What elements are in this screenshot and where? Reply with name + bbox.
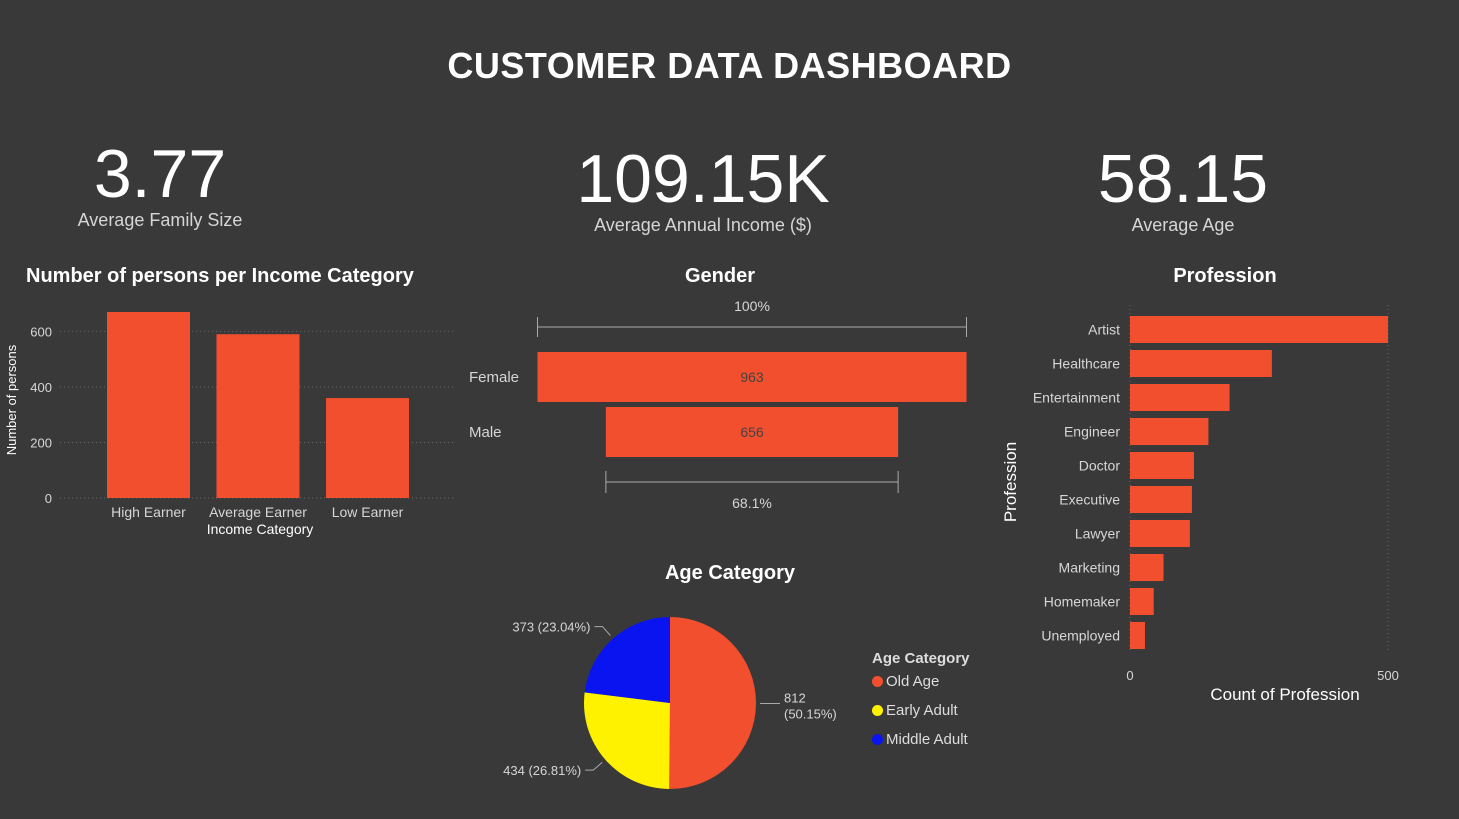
pie-data-label: 812	[784, 690, 806, 705]
x-tick-label: 500	[1377, 668, 1399, 683]
bar	[1130, 520, 1190, 547]
legend-title: Age Category	[872, 650, 970, 667]
funnel-value-label: 963	[740, 369, 764, 385]
pie-label-leader	[585, 761, 603, 771]
kpi-card-family-size[interactable]: 3.77 Average Family Size	[40, 140, 280, 231]
bar	[1130, 554, 1164, 581]
x-tick-label: Average Earner	[209, 504, 307, 520]
age-category-pie[interactable]: 812(50.15%) 434 (26.81%) 373 (23.04%)	[490, 595, 840, 810]
gender-funnel-chart[interactable]: 100% 963 Female 656 Male 68.1%	[460, 290, 990, 520]
y-tick-label: Doctor	[1079, 458, 1121, 474]
funnel-bottom-label: 68.1%	[732, 495, 772, 511]
y-tick-label: Healthcare	[1052, 356, 1120, 372]
y-tick-label: Marketing	[1059, 560, 1120, 576]
legend-swatch	[872, 705, 883, 716]
pie-data-label: 373 (23.04%)	[512, 620, 590, 635]
legend-item[interactable]: Early Adult	[872, 696, 1012, 725]
legend-swatch	[872, 676, 883, 687]
kpi-label: Average Family Size	[77, 210, 243, 230]
bar	[1130, 622, 1145, 649]
income-chart-title: Number of persons per Income Category	[26, 265, 414, 287]
pie-label-leader	[594, 626, 611, 636]
x-tick-label: High Earner	[111, 504, 186, 520]
pie-slice	[584, 617, 670, 703]
funnel-value-label: 656	[740, 424, 764, 440]
legend-item[interactable]: Middle Adult	[872, 725, 1012, 754]
bar	[1130, 316, 1388, 343]
kpi-card-annual-income[interactable]: 109.15K Average Annual Income ($)	[553, 145, 853, 236]
y-tick-label: 0	[45, 491, 52, 506]
bar	[1130, 452, 1194, 479]
y-tick-label: Homemaker	[1044, 594, 1121, 610]
kpi-value: 109.15K	[576, 141, 830, 217]
bar	[1130, 588, 1154, 615]
x-tick-label: Low Earner	[332, 504, 404, 520]
bar	[1130, 384, 1230, 411]
pie-slice	[669, 617, 757, 789]
y-axis-label: Profession	[1001, 442, 1020, 522]
funnel-category-label: Male	[469, 424, 502, 441]
y-tick-label: Unemployed	[1041, 628, 1120, 644]
income-category-chart[interactable]: 0 200 400 600 High Earner Average Earner Low E…	[0, 290, 470, 550]
profession-chart[interactable]: 0 500 Artist Healthcare Entertainment Enginee…	[995, 290, 1435, 715]
funnel-category-label: Female	[469, 369, 519, 386]
bar	[326, 398, 409, 498]
legend-label: Early Adult	[886, 702, 958, 719]
profession-chart-title: Profession	[1173, 265, 1277, 287]
x-tick-label: 0	[1126, 668, 1133, 683]
bar	[216, 334, 300, 498]
x-axis-label: Income Category	[207, 521, 314, 537]
dashboard-title: CUSTOMER DATA DASHBOARD	[447, 45, 1012, 86]
bar	[1130, 486, 1192, 513]
kpi-value: 58.15	[1097, 141, 1269, 217]
kpi-label: Average Annual Income ($)	[594, 215, 812, 235]
y-axis-label: Number of persons	[4, 344, 19, 455]
pie-data-label: 434 (26.81%)	[503, 763, 581, 778]
y-tick-label: Executive	[1059, 492, 1120, 508]
bar	[1130, 350, 1272, 377]
y-tick-label: 200	[30, 435, 52, 450]
y-tick-label: Entertainment	[1033, 390, 1120, 406]
y-tick-label: Artist	[1088, 322, 1120, 338]
pie-slice	[584, 692, 670, 789]
legend-label: Middle Adult	[886, 731, 968, 748]
kpi-value: 3.77	[93, 136, 227, 212]
pie-data-label: (50.15%)	[784, 706, 837, 721]
kpi-label: Average Age	[1131, 215, 1235, 235]
legend-label: Old Age	[886, 673, 940, 690]
funnel-top-label: 100%	[734, 298, 770, 314]
bar	[107, 312, 190, 498]
y-tick-label: Engineer	[1064, 424, 1120, 440]
y-tick-label: 600	[30, 324, 52, 339]
x-axis-label: Count of Profession	[1210, 685, 1359, 704]
legend-item[interactable]: Old Age	[872, 667, 1012, 696]
bar	[1130, 418, 1209, 445]
y-tick-label: 400	[30, 380, 52, 395]
y-tick-label: Lawyer	[1075, 526, 1120, 542]
legend-swatch	[872, 734, 883, 745]
age-legend: Age Category Old Age Early Adult Middle Ad…	[872, 650, 1012, 754]
kpi-card-average-age[interactable]: 58.15 Average Age	[1063, 145, 1303, 236]
gender-chart-title: Gender	[684, 265, 756, 287]
age-chart-title: Age Category	[664, 562, 796, 584]
legend-items: Old Age Early Adult Middle Adult	[872, 667, 1012, 754]
